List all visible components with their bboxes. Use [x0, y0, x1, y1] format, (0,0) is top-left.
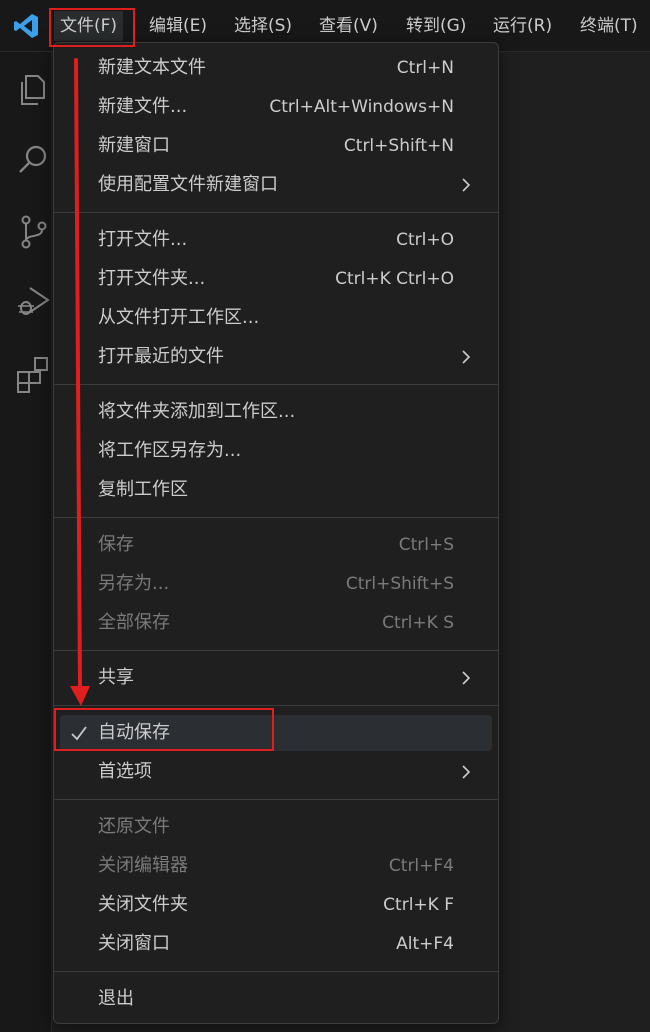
file-menu: 新建文本文件 Ctrl+N 新建文件... Ctrl+Alt+Windows+N…	[53, 42, 499, 1024]
menu-item-label: 新建窗口	[98, 135, 170, 156]
menu-item-shortcut: Alt+F4	[396, 934, 454, 954]
menu-item-shortcut: Ctrl+N	[396, 58, 454, 78]
menu-view[interactable]: 查看(V)	[313, 11, 384, 41]
chevron-right-icon	[462, 178, 471, 192]
menu-item-new-window-with-profile[interactable]: 使用配置文件新建窗口	[60, 167, 492, 203]
source-control-icon[interactable]	[14, 212, 54, 252]
menu-item-preferences[interactable]: 首选项	[60, 754, 492, 790]
menu-item-label: 复制工作区	[98, 479, 188, 500]
menu-item-new-file[interactable]: 新建文件... Ctrl+Alt+Windows+N	[60, 89, 492, 125]
menu-separator	[54, 212, 498, 213]
menu-separator	[54, 799, 498, 800]
menu-edit[interactable]: 编辑(E)	[143, 11, 213, 41]
menu-item-label: 首选项	[98, 761, 152, 782]
menu-item-label: 使用配置文件新建窗口	[98, 174, 278, 195]
menu-item-open-recent[interactable]: 打开最近的文件	[60, 339, 492, 375]
menu-separator	[54, 705, 498, 706]
menu-item-label: 新建文本文件	[98, 57, 206, 78]
menu-item-label: 关闭窗口	[98, 933, 170, 954]
menu-separator	[54, 384, 498, 385]
search-icon[interactable]	[14, 140, 54, 180]
activity-bar	[0, 52, 52, 1032]
menu-item-exit[interactable]: 退出	[60, 981, 492, 1017]
menu-item-label: 新建文件...	[98, 96, 188, 117]
menu-item-open-file[interactable]: 打开文件... Ctrl+O	[60, 222, 492, 258]
menu-item-new-text-file[interactable]: 新建文本文件 Ctrl+N	[60, 50, 492, 86]
vscode-logo-icon	[14, 14, 38, 38]
menu-item-shortcut: Ctrl+K F	[383, 895, 454, 915]
menu-item-label: 退出	[98, 988, 134, 1009]
chevron-right-icon	[462, 765, 471, 779]
menu-item-shortcut: Ctrl+S	[398, 535, 454, 555]
menu-item-shortcut: Ctrl+Alt+Windows+N	[269, 97, 454, 117]
menu-item-label: 还原文件	[98, 816, 170, 837]
menu-item-new-window[interactable]: 新建窗口 Ctrl+Shift+N	[60, 128, 492, 164]
menu-item-share[interactable]: 共享	[60, 660, 492, 696]
menu-item-label: 打开最近的文件	[98, 346, 224, 367]
menu-item-label: 另存为...	[98, 573, 170, 594]
menu-separator	[54, 517, 498, 518]
menu-item-close-window[interactable]: 关闭窗口 Alt+F4	[60, 926, 492, 962]
menu-item-label: 保存	[98, 534, 134, 555]
menu-item-open-folder[interactable]: 打开文件夹... Ctrl+K Ctrl+O	[60, 261, 492, 297]
menu-item-save-workspace-as[interactable]: 将工作区另存为...	[60, 433, 492, 469]
menu-item-open-workspace-from-file[interactable]: 从文件打开工作区...	[60, 300, 492, 336]
menu-item-close-editor: 关闭编辑器 Ctrl+F4	[60, 848, 492, 884]
menu-item-label: 打开文件...	[98, 229, 188, 250]
menu-item-shortcut: Ctrl+K S	[382, 613, 454, 633]
chevron-right-icon	[462, 350, 471, 364]
menu-item-revert-file: 还原文件	[60, 809, 492, 845]
menu-item-shortcut: Ctrl+K Ctrl+O	[335, 269, 454, 289]
menu-item-label: 打开文件夹...	[98, 268, 206, 289]
menu-terminal[interactable]: 终端(T)	[574, 11, 644, 41]
menu-run[interactable]: 运行(R)	[487, 11, 558, 41]
menu-item-shortcut: Ctrl+O	[396, 230, 454, 250]
menu-separator	[54, 971, 498, 972]
menu-item-label: 将工作区另存为...	[98, 440, 242, 461]
menu-selection[interactable]: 选择(S)	[228, 11, 298, 41]
explorer-icon[interactable]	[14, 70, 54, 110]
menu-go[interactable]: 转到(G)	[400, 11, 472, 41]
menu-separator	[54, 650, 498, 651]
menu-item-label: 将文件夹添加到工作区...	[98, 401, 296, 422]
menu-item-label: 关闭文件夹	[98, 894, 188, 915]
menu-item-duplicate-workspace[interactable]: 复制工作区	[60, 472, 492, 508]
menu-item-shortcut: Ctrl+F4	[388, 856, 454, 876]
menu-item-close-folder[interactable]: 关闭文件夹 Ctrl+K F	[60, 887, 492, 923]
menu-item-save-all: 全部保存 Ctrl+K S	[60, 605, 492, 641]
run-debug-icon[interactable]	[14, 282, 54, 322]
menu-item-label: 共享	[98, 667, 134, 688]
chevron-right-icon	[462, 671, 471, 685]
menu-item-label: 全部保存	[98, 612, 170, 633]
annotation-box-auto-save	[54, 708, 274, 751]
menu-item-shortcut: Ctrl+Shift+S	[345, 574, 454, 594]
annotation-box-file-menu	[49, 8, 135, 47]
menu-item-shortcut: Ctrl+Shift+N	[343, 136, 454, 156]
menu-item-save-as: 另存为... Ctrl+Shift+S	[60, 566, 492, 602]
menu-item-add-folder-to-workspace[interactable]: 将文件夹添加到工作区...	[60, 394, 492, 430]
extensions-icon[interactable]	[14, 354, 54, 394]
menu-item-save: 保存 Ctrl+S	[60, 527, 492, 563]
menu-item-label: 关闭编辑器	[98, 855, 188, 876]
menu-item-label: 从文件打开工作区...	[98, 307, 260, 328]
